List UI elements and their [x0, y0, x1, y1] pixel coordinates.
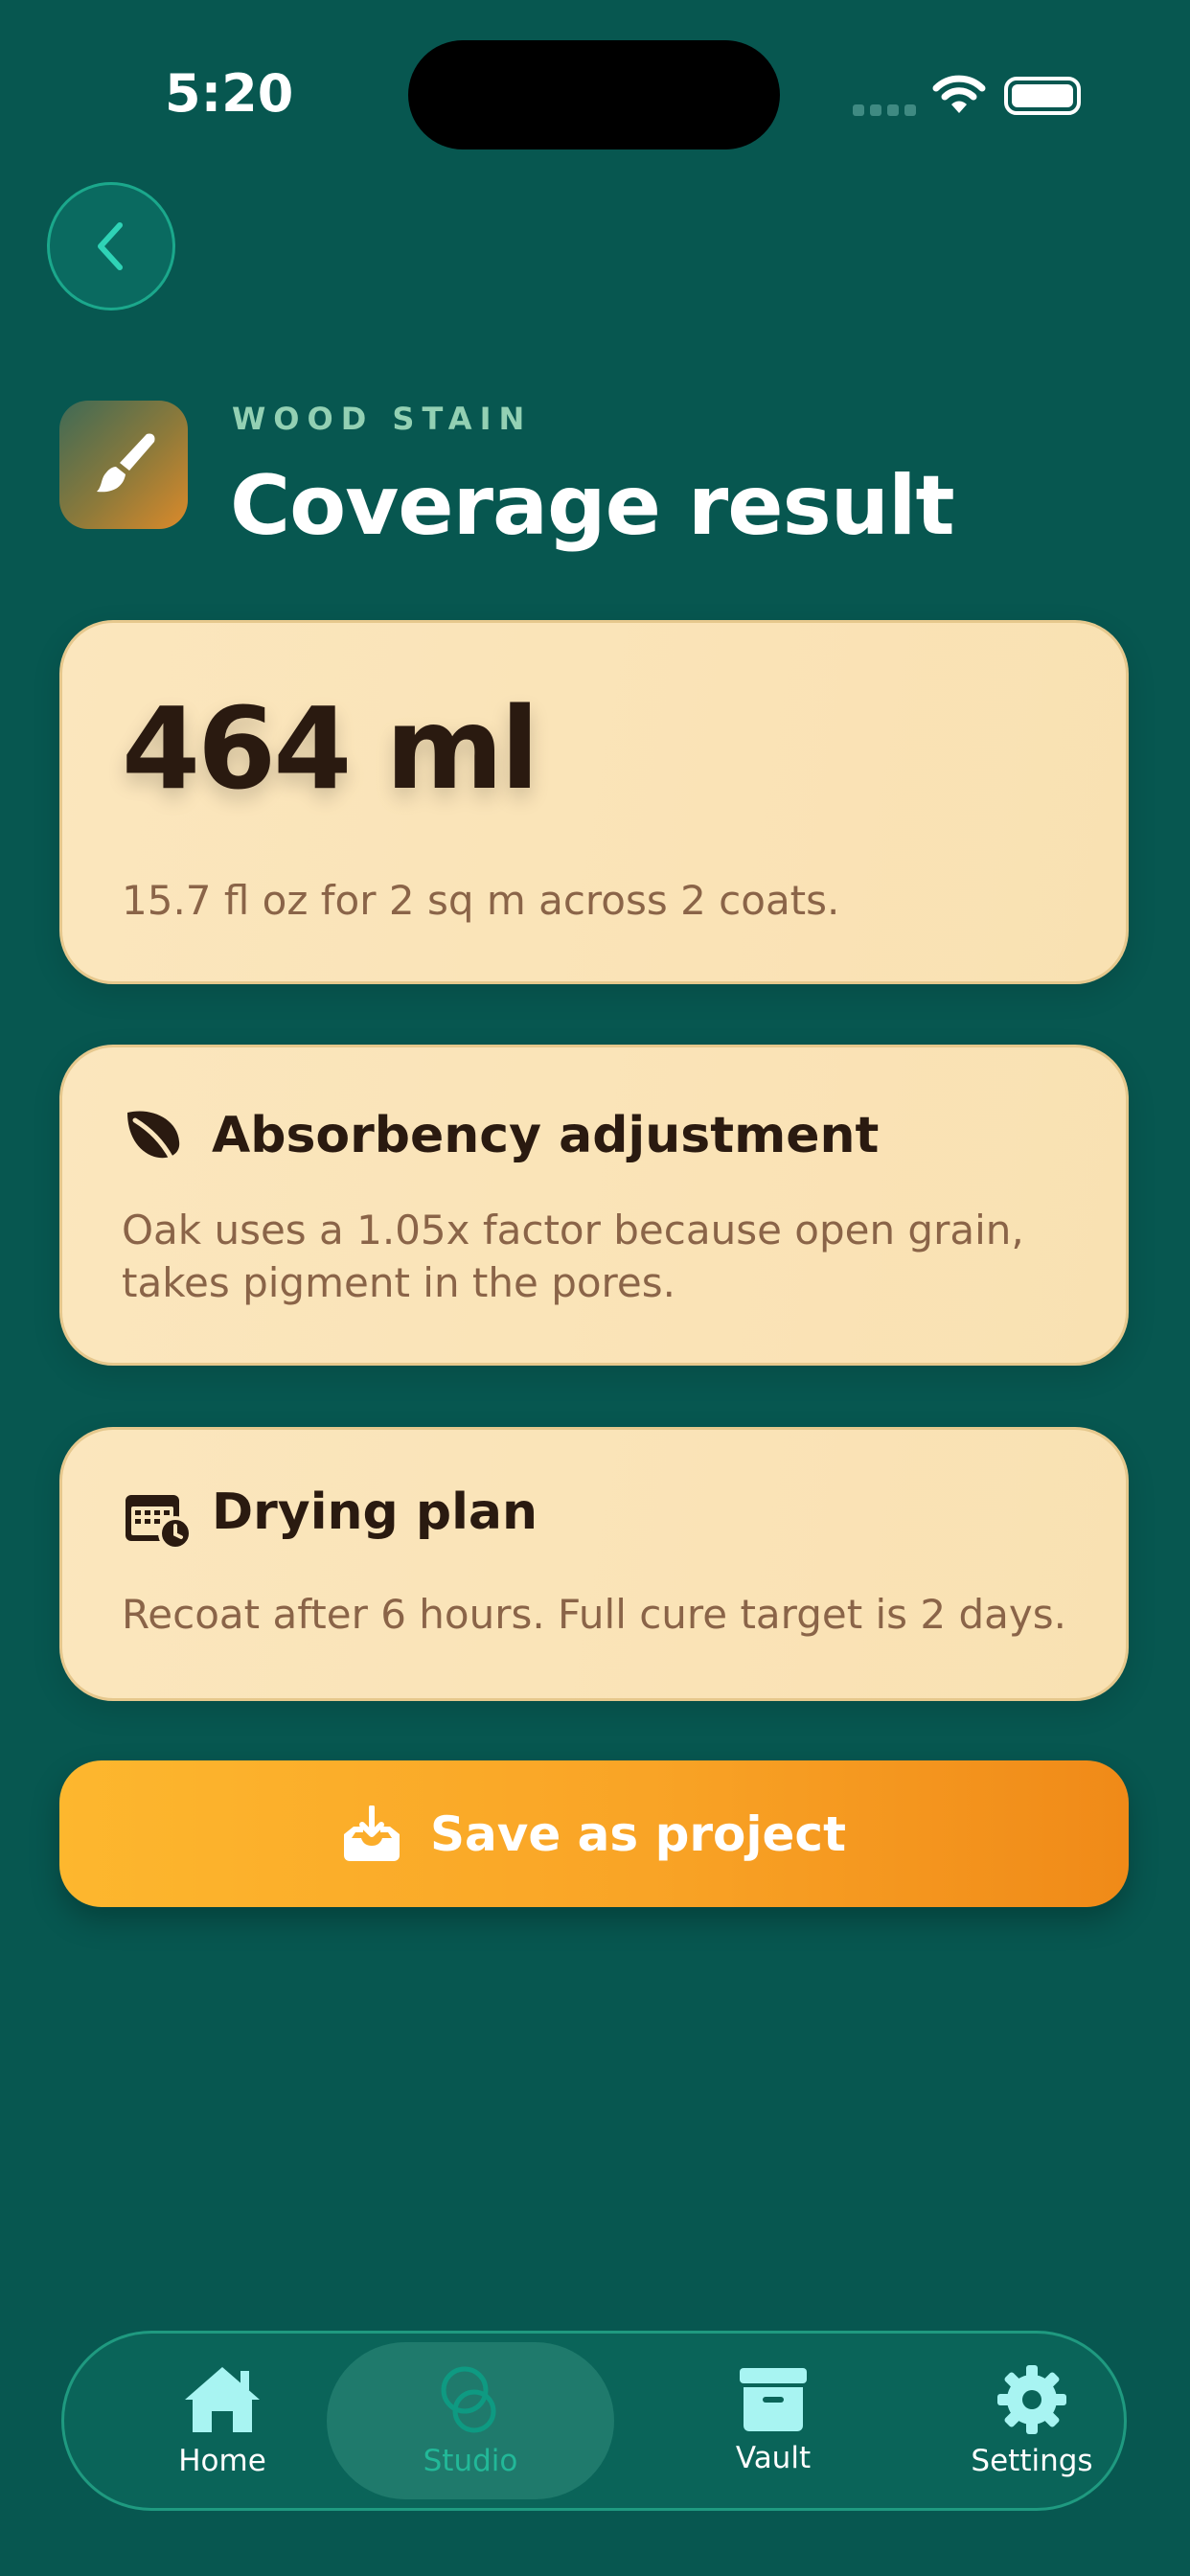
- battery-icon: [1004, 77, 1081, 115]
- dynamic-island: [408, 40, 780, 150]
- wifi-icon: [932, 75, 986, 119]
- tab-bar: Home Studio Vault Settings: [61, 2331, 1127, 2511]
- tab-vault[interactable]: Vault: [658, 2334, 888, 2508]
- paintbrush-icon: [59, 401, 188, 529]
- circles-icon: [441, 2366, 496, 2433]
- cellular-signal-icon: [853, 102, 922, 120]
- tab-vault-label: Vault: [735, 2441, 812, 2475]
- tab-settings-label: Settings: [971, 2444, 1093, 2478]
- absorbency-text-line2: takes pigment in the pores.: [122, 1259, 675, 1306]
- absorbency-heading: Absorbency adjustment: [212, 1107, 880, 1164]
- drying-text: Recoat after 6 hours. Full cure target i…: [122, 1591, 1066, 1638]
- status-time: 5:20: [165, 63, 294, 124]
- result-amount: 464 ml: [122, 682, 539, 815]
- calendar-clock-icon: [124, 1489, 193, 1554]
- tab-studio[interactable]: Studio: [327, 2342, 614, 2499]
- drying-heading: Drying plan: [212, 1484, 538, 1541]
- tray-download-icon: [344, 1805, 400, 1861]
- page-title: Coverage result: [230, 458, 955, 554]
- back-button[interactable]: [47, 182, 175, 310]
- archive-box-icon: [740, 2368, 807, 2431]
- result-detail: 15.7 fl oz for 2 sq m across 2 coats.: [122, 877, 840, 924]
- absorbency-card: Absorbency adjustment Oak uses a 1.05x f…: [59, 1045, 1129, 1366]
- save-project-button[interactable]: Save as project: [59, 1760, 1129, 1907]
- chevron-left-icon: [98, 222, 123, 270]
- drying-card: Drying plan Recoat after 6 hours. Full c…: [59, 1427, 1129, 1701]
- save-project-label: Save as project: [430, 1806, 846, 1862]
- tab-studio-label: Studio: [423, 2444, 518, 2478]
- absorbency-text-line1: Oak uses a 1.05x factor because open gra…: [122, 1207, 1024, 1254]
- leaf-icon: [122, 1105, 185, 1166]
- tab-home-label: Home: [178, 2444, 266, 2478]
- house-icon: [185, 2367, 260, 2432]
- result-card: 464 ml 15.7 fl oz for 2 sq m across 2 co…: [59, 620, 1129, 984]
- tab-settings[interactable]: Settings: [907, 2334, 1156, 2508]
- category-eyebrow: WOOD STAIN: [232, 401, 533, 437]
- gear-icon: [997, 2365, 1066, 2434]
